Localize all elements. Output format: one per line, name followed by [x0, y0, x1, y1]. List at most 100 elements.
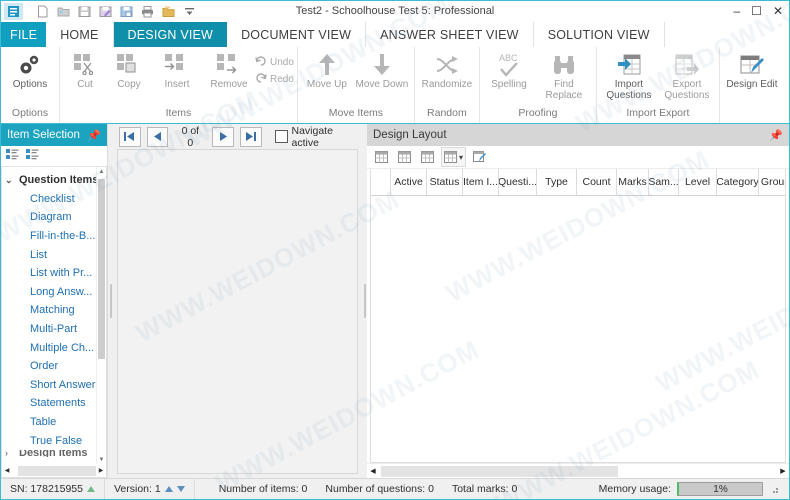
scroll-track[interactable] — [379, 465, 777, 477]
tab-design-view[interactable]: DESIGN VIEW — [113, 22, 228, 47]
scroll-right-icon[interactable]: ▶ — [96, 467, 106, 474]
scroll-left-icon[interactable]: ◀ — [2, 467, 12, 474]
tree-item-multi-part[interactable]: Multi-Part — [2, 320, 106, 339]
item-selection-toolbar[interactable] — [1, 146, 107, 167]
scroll-thumb[interactable] — [381, 465, 618, 477]
grid-column-header-questi[interactable]: Questi... — [499, 169, 537, 195]
grid-column-header-active[interactable]: Active — [391, 169, 427, 195]
tree-item-long-answ[interactable]: Long Answ... — [2, 283, 106, 302]
pin-icon[interactable]: 📌 — [87, 129, 101, 142]
ribbon-tab-bar[interactable]: FILE HOME DESIGN VIEW DOCUMENT VIEW ANSWER S… — [1, 22, 789, 47]
version-up-icon[interactable] — [164, 486, 173, 492]
tree-item-list-with-pr[interactable]: List with Pr... — [2, 264, 106, 283]
item-selection-tree-container[interactable]: ⌄ Question Items Checklist Diagram Fill-in-t… — [1, 167, 107, 464]
scroll-track[interactable] — [12, 465, 96, 476]
navigation-toolbar[interactable]: 0 of 0 Navigate active — [113, 124, 362, 149]
chevron-down-icon[interactable]: ▾ — [459, 153, 463, 162]
grid-column-header-group[interactable]: Group — [759, 169, 785, 195]
tab-document-view[interactable]: DOCUMENT VIEW — [227, 22, 367, 47]
import-questions-button[interactable]: Import Questions — [600, 50, 658, 101]
tree-item-matching[interactable]: Matching — [2, 301, 106, 320]
expand-all-icon[interactable] — [6, 148, 19, 164]
chevron-right-icon[interactable]: › — [5, 450, 17, 457]
scroll-thumb[interactable] — [98, 179, 105, 359]
tree-item-statements[interactable]: Statements — [2, 394, 106, 413]
tree-item-short-answer[interactable]: Short Answer — [2, 376, 106, 395]
tree-item-table[interactable]: Table — [2, 413, 106, 432]
scroll-up-icon[interactable]: ▲ — [97, 167, 106, 176]
first-item-button[interactable] — [119, 126, 141, 147]
chevron-down-icon[interactable]: ⌄ — [5, 175, 17, 186]
previous-item-button[interactable] — [146, 126, 169, 147]
move-up-button[interactable]: Move Up — [301, 50, 353, 91]
grid-view-all-icon[interactable] — [372, 148, 391, 166]
grid-view-rows-icon[interactable] — [395, 148, 414, 166]
item-selection-vertical-scrollbar[interactable]: ▲ ▼ — [96, 167, 106, 464]
document-canvas[interactable] — [117, 149, 358, 474]
export-questions-button-label: Export Questions — [664, 79, 710, 101]
tab-file[interactable]: FILE — [1, 22, 47, 47]
navigate-active-checkbox[interactable]: Navigate active — [274, 125, 362, 149]
design-layout-panel: Design Layout 📌 ▾ Active Status Item I... Q… — [367, 124, 789, 478]
scroll-left-icon[interactable]: ◀ — [367, 467, 379, 475]
grid-column-header-category[interactable]: Category — [717, 169, 759, 195]
options-button[interactable]: Options — [4, 50, 56, 91]
version-down-icon[interactable] — [176, 486, 185, 492]
tab-home[interactable]: HOME — [46, 22, 114, 47]
grid-column-header-type[interactable]: Type — [537, 169, 577, 195]
remove-icon — [216, 52, 242, 78]
collapse-all-icon[interactable] — [26, 148, 39, 164]
scroll-thumb[interactable] — [18, 465, 96, 476]
grid-header-row[interactable]: Active Status Item I... Questi... Type Count M… — [371, 169, 785, 196]
grid-column-header-marks[interactable]: Marks — [617, 169, 649, 195]
tree-item-order[interactable]: Order — [2, 357, 106, 376]
grid-column-header-level[interactable]: Level — [679, 169, 717, 195]
scroll-down-icon[interactable]: ▼ — [97, 455, 106, 464]
last-item-button[interactable] — [240, 126, 262, 147]
pin-icon[interactable]: 📌 — [769, 129, 783, 142]
tree-item-list[interactable]: List — [2, 245, 106, 264]
design-edit-button[interactable]: Design Edit — [723, 50, 781, 91]
randomize-button[interactable]: Randomize — [418, 50, 476, 91]
ribbon-group-label: Import Export — [626, 107, 690, 119]
tree-item-checklist[interactable]: Checklist — [2, 190, 106, 209]
resize-grip-icon[interactable] — [769, 484, 779, 494]
tree-group-partial[interactable]: › Design Items — [2, 450, 106, 457]
move-down-button[interactable]: Move Down — [353, 50, 411, 91]
tab-answer-sheet-view[interactable]: ANSWER SHEET VIEW — [366, 22, 534, 47]
export-questions-button[interactable]: Export Questions — [658, 50, 716, 101]
tree-group-question-items[interactable]: ⌄ Question Items — [2, 171, 106, 190]
design-layout-grid[interactable]: Active Status Item I... Questi... Type Count M… — [370, 169, 786, 463]
cut-button[interactable]: Cut — [63, 50, 107, 91]
tab-solution-view[interactable]: SOLUTION VIEW — [534, 22, 665, 47]
item-selection-tree[interactable]: ⌄ Question Items Checklist Diagram Fill-in-t… — [2, 167, 106, 457]
grid-layout-dropdown[interactable]: ▾ — [441, 147, 467, 167]
edit-grid-icon[interactable] — [470, 148, 489, 166]
find-replace-button[interactable]: Find Replace — [535, 50, 593, 101]
grid-body[interactable] — [371, 196, 785, 462]
checkbox-box[interactable] — [274, 130, 288, 143]
grid-column-header-itemi[interactable]: Item I... — [463, 169, 499, 195]
insert-button[interactable]: Insert — [151, 50, 203, 91]
copy-button[interactable]: Copy — [107, 50, 151, 91]
design-layout-toolbar[interactable]: ▾ — [367, 146, 789, 169]
grid-horizontal-scrollbar[interactable]: ◀ ▶ — [367, 463, 789, 478]
tree-item-fill-in-the-b[interactable]: Fill-in-the-B... — [2, 227, 106, 246]
remove-button[interactable]: Remove — [203, 50, 255, 91]
tree-item-diagram[interactable]: Diagram — [2, 208, 106, 227]
next-item-button[interactable] — [212, 126, 235, 147]
question-bank-button[interactable]: Question Bank — [781, 50, 790, 101]
tree-item-true-false[interactable]: True False — [2, 431, 106, 450]
item-selection-horizontal-scrollbar[interactable]: ◀ ▶ — [1, 464, 107, 478]
undo-button[interactable]: Undo — [255, 55, 294, 69]
grid-column-header-selector[interactable] — [371, 169, 391, 195]
redo-button[interactable]: Redo — [255, 72, 294, 86]
grid-view-compact-icon[interactable] — [418, 148, 437, 166]
serial-up-icon[interactable] — [86, 486, 95, 492]
grid-column-header-count[interactable]: Count — [577, 169, 617, 195]
scroll-right-icon[interactable]: ▶ — [777, 467, 789, 475]
tree-item-multiple-ch[interactable]: Multiple Ch... — [2, 338, 106, 357]
grid-column-header-sam[interactable]: Sam... — [649, 169, 679, 195]
grid-column-header-status[interactable]: Status — [427, 169, 463, 195]
spelling-button[interactable]: ABC Spelling — [483, 50, 535, 91]
